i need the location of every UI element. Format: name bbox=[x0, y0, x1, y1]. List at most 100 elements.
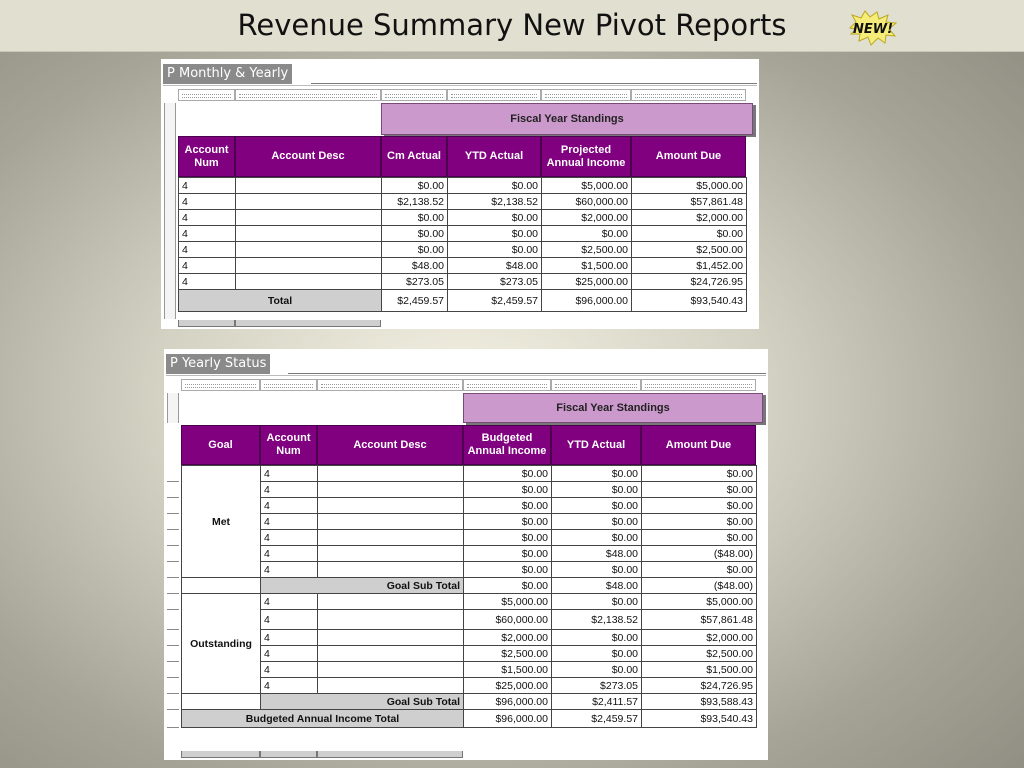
bottom-handle[interactable] bbox=[181, 751, 260, 758]
row-handle-tick[interactable] bbox=[167, 693, 179, 694]
column-handle[interactable] bbox=[181, 379, 260, 391]
row-handle-tick[interactable] bbox=[167, 727, 179, 728]
amount-due-cell: $0.00 bbox=[631, 225, 747, 242]
report2-table: Met 4 $0.00 $0.00 $0.00 4 $0.00 $0.00 $0.00 4 $0.0… bbox=[181, 465, 757, 728]
new-badge-label: NEW! bbox=[853, 22, 893, 37]
cm-actual-cell: $0.00 bbox=[381, 209, 448, 226]
row-handle-strip[interactable] bbox=[164, 103, 176, 319]
row-handle-strip[interactable] bbox=[167, 393, 179, 423]
row-handle-tick[interactable] bbox=[167, 513, 179, 514]
table-row[interactable]: 4 $1,500.00 $0.00 $1,500.00 bbox=[182, 661, 757, 678]
row-handle-tick[interactable] bbox=[167, 645, 179, 646]
column-handle[interactable] bbox=[317, 379, 463, 391]
report-tab[interactable]: P Monthly & Yearly bbox=[163, 64, 293, 84]
column-handle[interactable] bbox=[260, 379, 317, 391]
bottom-handle[interactable] bbox=[317, 751, 463, 758]
tab-divider bbox=[311, 83, 757, 84]
goal-subtotal-label: Goal Sub Total bbox=[260, 693, 464, 710]
column-handle[interactable] bbox=[447, 89, 541, 101]
column-header-goal[interactable]: Goal bbox=[181, 425, 260, 465]
bottom-handle[interactable] bbox=[235, 320, 381, 327]
column-header-ytd-actual[interactable]: YTD Actual bbox=[447, 136, 541, 177]
bottom-handle[interactable] bbox=[178, 320, 235, 327]
goal-cell[interactable]: Outstanding bbox=[181, 593, 261, 694]
table-row[interactable]: 4 $60,000.00 $2,138.52 $57,861.48 bbox=[182, 609, 757, 630]
goal-subtotal-label: Goal Sub Total bbox=[260, 577, 464, 594]
row-handle-tick[interactable] bbox=[167, 561, 179, 562]
row-handle-tick[interactable] bbox=[167, 661, 179, 662]
table-row[interactable]: Outstanding 4 $5,000.00 $0.00 $5,000.00 bbox=[181, 593, 757, 694]
subtotal-budgeted-income: $0.00 bbox=[463, 577, 552, 594]
tab-divider bbox=[288, 373, 766, 374]
column-header-account-desc[interactable]: Account Desc bbox=[235, 136, 381, 177]
account-num-cell: 4 bbox=[260, 629, 318, 646]
column-handle[interactable] bbox=[551, 379, 641, 391]
column-header-projected-annual-income[interactable]: Projected Annual Income bbox=[541, 136, 631, 177]
column-header-account-desc[interactable]: Account Desc bbox=[317, 425, 463, 465]
table-row[interactable]: 4 $0.00 $0.00 $2,500.00 $2,500.00 bbox=[178, 241, 747, 258]
fiscal-year-standings-header[interactable]: Fiscal Year Standings bbox=[463, 393, 763, 423]
bottom-handle[interactable] bbox=[260, 751, 317, 758]
table-row[interactable]: 4 $0.00 $0.00 $2,000.00 $2,000.00 bbox=[178, 209, 747, 226]
row-handle-tick[interactable] bbox=[167, 593, 179, 594]
column-handle[interactable] bbox=[381, 89, 447, 101]
amount-due-cell: $0.00 bbox=[641, 513, 757, 530]
subtotal-amount-due: $93,588.43 bbox=[641, 693, 757, 710]
report-tab[interactable]: P Yearly Status bbox=[166, 354, 271, 374]
column-handle[interactable] bbox=[641, 379, 756, 391]
cm-actual-cell: $0.00 bbox=[381, 177, 448, 194]
table-row[interactable]: 4 $0.00 $0.00 $0.00 bbox=[182, 561, 757, 578]
account-num-cell: 4 bbox=[260, 677, 318, 694]
table-row[interactable]: 4 $0.00 $0.00 $5,000.00 $5,000.00 bbox=[178, 177, 747, 194]
table-row[interactable]: 4 $2,500.00 $0.00 $2,500.00 bbox=[182, 645, 757, 662]
table-row[interactable]: 4 $0.00 $0.00 $0.00 bbox=[182, 513, 757, 530]
column-header-account-num[interactable]: Account Num bbox=[260, 425, 317, 465]
row-handle-tick[interactable] bbox=[167, 481, 179, 482]
account-desc-cell bbox=[317, 677, 464, 694]
column-handle[interactable] bbox=[541, 89, 631, 101]
column-header-amount-due[interactable]: Amount Due bbox=[641, 425, 756, 465]
subtotal-ytd-actual: $2,411.57 bbox=[551, 693, 642, 710]
row-handle-tick[interactable] bbox=[167, 545, 179, 546]
row-handle-tick[interactable] bbox=[167, 629, 179, 630]
account-num-cell: 4 bbox=[260, 561, 318, 578]
amount-due-cell: $2,000.00 bbox=[641, 629, 757, 646]
budgeted-income-cell: $0.00 bbox=[463, 465, 552, 482]
table-row[interactable]: 4 $2,000.00 $0.00 $2,000.00 bbox=[182, 629, 757, 646]
account-desc-cell bbox=[235, 257, 382, 274]
ytd-actual-cell: $0.00 bbox=[447, 209, 542, 226]
table-row[interactable]: 4 $273.05 $273.05 $25,000.00 $24,726.95 bbox=[178, 273, 747, 290]
account-desc-cell bbox=[317, 497, 464, 514]
table-row[interactable]: 4 $0.00 $0.00 $0.00 bbox=[182, 497, 757, 514]
amount-due-cell: $0.00 bbox=[641, 561, 757, 578]
table-row[interactable]: 4 $0.00 $0.00 $0.00 bbox=[182, 529, 757, 546]
fiscal-year-standings-header[interactable]: Fiscal Year Standings bbox=[381, 103, 753, 135]
goal-cell[interactable]: Met bbox=[181, 465, 261, 578]
table-row[interactable]: 4 $0.00 $0.00 $0.00 $0.00 bbox=[178, 225, 747, 242]
ytd-actual-cell: $273.05 bbox=[551, 677, 642, 694]
table-row[interactable]: 4 $25,000.00 $273.05 $24,726.95 bbox=[182, 677, 757, 694]
row-handle-tick[interactable] bbox=[167, 497, 179, 498]
row-handle-tick[interactable] bbox=[167, 577, 179, 578]
column-header-budgeted-annual-income[interactable]: Budgeted Annual Income bbox=[463, 425, 551, 465]
column-handle[interactable] bbox=[463, 379, 551, 391]
column-handle[interactable] bbox=[178, 89, 235, 101]
projected-income-cell: $0.00 bbox=[541, 225, 632, 242]
column-handle[interactable] bbox=[631, 89, 746, 101]
row-handle-tick[interactable] bbox=[167, 677, 179, 678]
column-header-amount-due[interactable]: Amount Due bbox=[631, 136, 746, 177]
account-desc-cell bbox=[235, 193, 382, 210]
amount-due-cell: $0.00 bbox=[641, 481, 757, 498]
column-header-ytd-actual[interactable]: YTD Actual bbox=[551, 425, 641, 465]
table-row[interactable]: 4 $0.00 $48.00 ($48.00) bbox=[182, 545, 757, 562]
table-row[interactable]: 4 $2,138.52 $2,138.52 $60,000.00 $57,861.48 bbox=[178, 193, 747, 210]
column-handle[interactable] bbox=[235, 89, 381, 101]
row-handle-tick[interactable] bbox=[167, 709, 179, 710]
row-handle-tick[interactable] bbox=[167, 529, 179, 530]
table-row[interactable]: 4 $48.00 $48.00 $1,500.00 $1,452.00 bbox=[178, 257, 747, 274]
row-handle-tick[interactable] bbox=[167, 609, 179, 610]
table-row[interactable]: 4 $0.00 $0.00 $0.00 bbox=[182, 481, 757, 498]
table-row[interactable]: Met 4 $0.00 $0.00 $0.00 bbox=[181, 465, 757, 578]
column-header-account-num[interactable]: Account Num bbox=[178, 136, 235, 177]
column-header-cm-actual[interactable]: Cm Actual bbox=[381, 136, 447, 177]
